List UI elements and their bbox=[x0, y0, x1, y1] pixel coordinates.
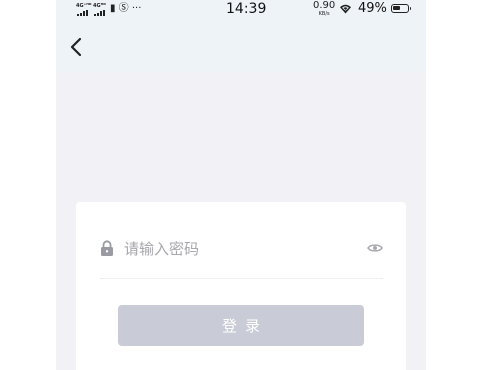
back-button[interactable] bbox=[66, 36, 88, 58]
eye-icon[interactable] bbox=[367, 242, 383, 254]
login-button[interactable]: 登录 bbox=[118, 305, 364, 346]
app-background: 4G⁺ᴴᴰ 4Gᴴᴰ ▮ Ⓢ ··· 14:39 0.90 KB/s 49% 登… bbox=[56, 0, 426, 370]
password-field-row bbox=[100, 236, 383, 279]
status-time: 14:39 bbox=[226, 1, 267, 17]
battery-percent: 49% bbox=[358, 1, 387, 16]
network-speed: 0.90 KB/s bbox=[313, 0, 336, 18]
password-card: 登录 bbox=[76, 202, 406, 370]
battery-icon bbox=[391, 4, 411, 13]
signal-icon-1 bbox=[77, 10, 88, 16]
network-speed-unit: KB/s bbox=[318, 11, 330, 17]
notification-icons: ▮ Ⓢ ··· bbox=[110, 3, 142, 14]
top-header: 4G⁺ᴴᴰ 4Gᴴᴰ ▮ Ⓢ ··· 14:39 0.90 KB/s 49% bbox=[56, 0, 426, 72]
screen: 4G⁺ᴴᴰ 4Gᴴᴰ ▮ Ⓢ ··· 14:39 0.90 KB/s 49% 登… bbox=[0, 0, 489, 370]
password-input[interactable] bbox=[124, 236, 344, 262]
status-bar: 4G⁺ᴴᴰ 4Gᴴᴰ ▮ Ⓢ ··· 14:39 0.90 KB/s 49% bbox=[56, 0, 426, 20]
battery-level-fill bbox=[393, 6, 400, 10]
network-label-1: 4G⁺ᴴᴰ bbox=[76, 3, 92, 9]
lock-icon bbox=[101, 240, 113, 256]
network-speed-value: 0.90 bbox=[313, 0, 336, 11]
network-label-2: 4Gᴴᴰ bbox=[93, 3, 106, 9]
wifi-icon bbox=[340, 4, 351, 14]
signal-icon-2 bbox=[94, 10, 105, 16]
